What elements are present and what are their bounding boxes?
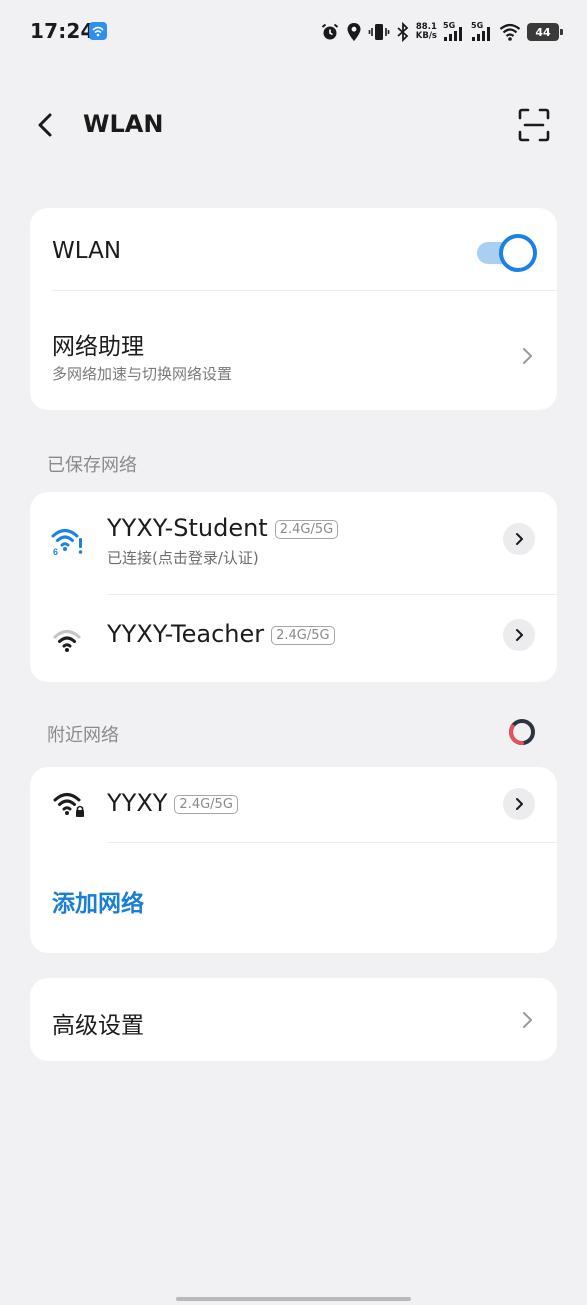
network-name-row: YYXY 2.4G/5G bbox=[107, 789, 238, 817]
advanced-settings-card[interactable]: 高级设置 bbox=[30, 978, 557, 1061]
wifi-connected-icon: 6 bbox=[51, 529, 83, 557]
advanced-settings-label: 高级设置 bbox=[52, 1013, 144, 1039]
network-name-row: YYXY-Student 2.4G/5G bbox=[107, 514, 339, 542]
scan-icon bbox=[518, 108, 550, 142]
back-button[interactable] bbox=[28, 107, 64, 143]
saved-networks-label: 已保存网络 bbox=[47, 455, 137, 476]
network-assistant-title: 网络助理 bbox=[52, 334, 144, 360]
chevron-right-icon bbox=[523, 348, 532, 364]
chevron-right-icon bbox=[516, 629, 523, 641]
chevron-right-icon bbox=[516, 798, 523, 810]
wlan-settings-screen: 17:24 88.1 KB/s 5G 5G 44 WLAN WLAN 网络助理 … bbox=[0, 0, 587, 1305]
network-speed: 88.1 KB/s bbox=[416, 23, 437, 41]
loading-spinner-icon bbox=[509, 719, 535, 745]
alarm-icon bbox=[320, 22, 340, 42]
chevron-right-icon bbox=[516, 533, 523, 545]
band-tag: 2.4G/5G bbox=[174, 795, 238, 814]
wifi-signal-icon bbox=[499, 22, 521, 42]
home-indicator[interactable] bbox=[176, 1297, 411, 1301]
toggle-knob bbox=[499, 234, 537, 272]
wifi6-badge: 6 bbox=[53, 547, 58, 557]
wlan-toggle-label: WLAN bbox=[52, 238, 122, 264]
network-details-button[interactable] bbox=[503, 523, 535, 555]
vibrate-icon bbox=[368, 22, 390, 42]
nearby-networks-card: YYXY 2.4G/5G 添加网络 bbox=[30, 767, 557, 953]
saved-network-row[interactable]: YYXY-Teacher 2.4G/5G bbox=[30, 595, 557, 682]
page-title: WLAN bbox=[83, 110, 164, 138]
back-arrow-icon bbox=[38, 113, 52, 137]
network-name: YYXY bbox=[107, 789, 168, 817]
band-tag: 2.4G/5G bbox=[271, 626, 335, 645]
saved-network-row[interactable]: 6 YYXY-Student 2.4G/5G 已连接(点击登录/认证) bbox=[30, 492, 557, 594]
network-details-button[interactable] bbox=[503, 619, 535, 651]
sim1-signal-icon: 5G bbox=[443, 21, 465, 43]
network-details-button[interactable] bbox=[503, 788, 535, 820]
band-tag: 2.4G/5G bbox=[274, 520, 339, 539]
network-status: 已连接(点击登录/认证) bbox=[107, 549, 259, 567]
network-name: YYXY-Student bbox=[107, 514, 268, 542]
network-name-row: YYXY-Teacher 2.4G/5G bbox=[107, 620, 335, 648]
bluetooth-icon bbox=[396, 22, 410, 42]
sim2-signal-icon: 5G bbox=[471, 21, 493, 43]
add-network-button[interactable]: 添加网络 bbox=[52, 884, 144, 918]
battery-level: 44 bbox=[535, 25, 551, 39]
top-app-bar: WLAN bbox=[0, 95, 587, 155]
network-name: YYXY-Teacher bbox=[107, 620, 265, 648]
status-bar: 17:24 88.1 KB/s 5G 5G 44 bbox=[0, 0, 587, 64]
wlan-toggle-row[interactable]: WLAN bbox=[30, 208, 557, 290]
wlan-toggle-switch[interactable] bbox=[473, 234, 537, 272]
chevron-right-icon bbox=[523, 1012, 532, 1028]
scan-qr-button[interactable] bbox=[517, 107, 551, 143]
status-time: 17:24 bbox=[30, 19, 95, 43]
wifi-locked-icon bbox=[53, 793, 84, 817]
network-speed-unit: KB/s bbox=[415, 31, 437, 41]
location-icon bbox=[346, 22, 362, 42]
wlan-card: WLAN 网络助理 多网络加速与切换网络设置 bbox=[30, 208, 557, 410]
add-network-row[interactable]: 添加网络 bbox=[30, 843, 557, 953]
wifi-app-notification-icon bbox=[89, 22, 107, 40]
network-assistant-subtitle: 多网络加速与切换网络设置 bbox=[52, 365, 233, 383]
saved-networks-card: 6 YYXY-Student 2.4G/5G 已连接(点击登录/认证) YYXY-… bbox=[30, 492, 557, 682]
wifi-icon bbox=[53, 630, 81, 652]
nearby-network-row[interactable]: YYXY 2.4G/5G bbox=[30, 767, 557, 842]
nearby-networks-label: 附近网络 bbox=[47, 725, 119, 746]
network-assistant-row[interactable]: 网络助理 多网络加速与切换网络设置 bbox=[30, 291, 557, 410]
battery-icon: 44 bbox=[527, 23, 563, 41]
status-icons: 88.1 KB/s 5G 5G 44 bbox=[320, 18, 563, 46]
